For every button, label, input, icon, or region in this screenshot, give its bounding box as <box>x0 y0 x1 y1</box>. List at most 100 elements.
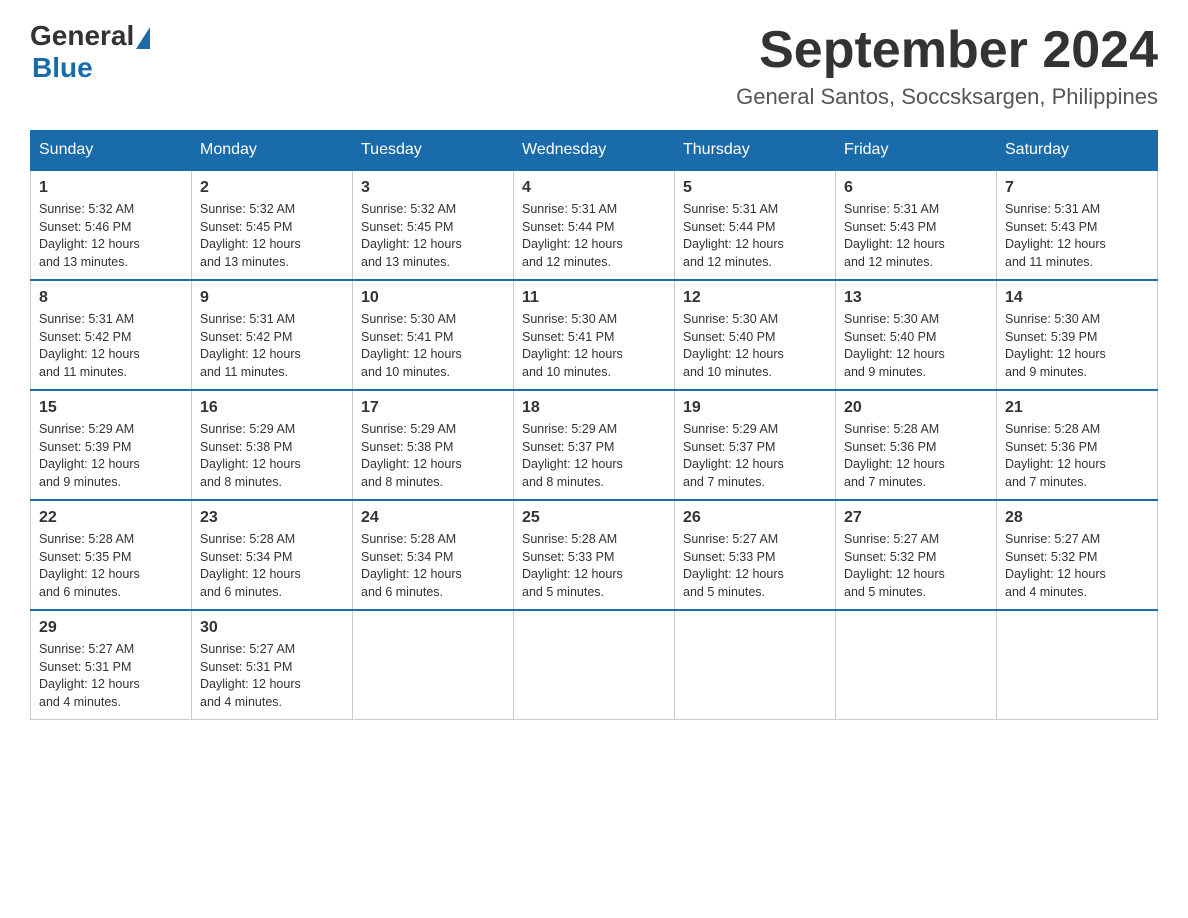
calendar-cell: 5 Sunrise: 5:31 AMSunset: 5:44 PMDayligh… <box>675 170 836 280</box>
week-row-4: 22 Sunrise: 5:28 AMSunset: 5:35 PMDaylig… <box>31 500 1158 610</box>
day-number: 28 <box>1005 509 1149 527</box>
calendar-cell: 30 Sunrise: 5:27 AMSunset: 5:31 PMDaylig… <box>192 610 353 720</box>
calendar-cell: 27 Sunrise: 5:27 AMSunset: 5:32 PMDaylig… <box>836 500 997 610</box>
calendar-cell <box>353 610 514 720</box>
day-info: Sunrise: 5:27 AMSunset: 5:31 PMDaylight:… <box>200 641 344 711</box>
calendar-cell: 22 Sunrise: 5:28 AMSunset: 5:35 PMDaylig… <box>31 500 192 610</box>
day-info: Sunrise: 5:27 AMSunset: 5:33 PMDaylight:… <box>683 531 827 601</box>
calendar-cell: 25 Sunrise: 5:28 AMSunset: 5:33 PMDaylig… <box>514 500 675 610</box>
calendar-cell: 10 Sunrise: 5:30 AMSunset: 5:41 PMDaylig… <box>353 280 514 390</box>
day-number: 18 <box>522 399 666 417</box>
day-number: 3 <box>361 179 505 197</box>
day-info: Sunrise: 5:31 AMSunset: 5:43 PMDaylight:… <box>844 201 988 271</box>
day-number: 15 <box>39 399 183 417</box>
calendar-cell: 20 Sunrise: 5:28 AMSunset: 5:36 PMDaylig… <box>836 390 997 500</box>
day-info: Sunrise: 5:30 AMSunset: 5:40 PMDaylight:… <box>683 311 827 381</box>
day-info: Sunrise: 5:29 AMSunset: 5:37 PMDaylight:… <box>522 421 666 491</box>
day-info: Sunrise: 5:31 AMSunset: 5:42 PMDaylight:… <box>200 311 344 381</box>
day-info: Sunrise: 5:29 AMSunset: 5:38 PMDaylight:… <box>361 421 505 491</box>
calendar-cell: 7 Sunrise: 5:31 AMSunset: 5:43 PMDayligh… <box>997 170 1158 280</box>
calendar-cell: 12 Sunrise: 5:30 AMSunset: 5:40 PMDaylig… <box>675 280 836 390</box>
calendar-cell: 16 Sunrise: 5:29 AMSunset: 5:38 PMDaylig… <box>192 390 353 500</box>
day-info: Sunrise: 5:32 AMSunset: 5:46 PMDaylight:… <box>39 201 183 271</box>
week-row-5: 29 Sunrise: 5:27 AMSunset: 5:31 PMDaylig… <box>31 610 1158 720</box>
day-number: 23 <box>200 509 344 527</box>
col-header-monday: Monday <box>192 131 353 171</box>
col-header-tuesday: Tuesday <box>353 131 514 171</box>
day-info: Sunrise: 5:29 AMSunset: 5:37 PMDaylight:… <box>683 421 827 491</box>
day-number: 30 <box>200 619 344 637</box>
calendar-cell: 1 Sunrise: 5:32 AMSunset: 5:46 PMDayligh… <box>31 170 192 280</box>
logo-triangle-icon <box>136 27 150 49</box>
day-number: 10 <box>361 289 505 307</box>
calendar-cell: 21 Sunrise: 5:28 AMSunset: 5:36 PMDaylig… <box>997 390 1158 500</box>
day-info: Sunrise: 5:28 AMSunset: 5:34 PMDaylight:… <box>200 531 344 601</box>
col-header-wednesday: Wednesday <box>514 131 675 171</box>
day-info: Sunrise: 5:28 AMSunset: 5:35 PMDaylight:… <box>39 531 183 601</box>
day-info: Sunrise: 5:30 AMSunset: 5:39 PMDaylight:… <box>1005 311 1149 381</box>
calendar-cell: 24 Sunrise: 5:28 AMSunset: 5:34 PMDaylig… <box>353 500 514 610</box>
day-number: 12 <box>683 289 827 307</box>
day-info: Sunrise: 5:27 AMSunset: 5:32 PMDaylight:… <box>844 531 988 601</box>
location-title: General Santos, Soccsksargen, Philippine… <box>736 84 1158 110</box>
calendar-cell: 29 Sunrise: 5:27 AMSunset: 5:31 PMDaylig… <box>31 610 192 720</box>
day-number: 19 <box>683 399 827 417</box>
day-info: Sunrise: 5:28 AMSunset: 5:36 PMDaylight:… <box>1005 421 1149 491</box>
day-info: Sunrise: 5:32 AMSunset: 5:45 PMDaylight:… <box>200 201 344 271</box>
day-number: 29 <box>39 619 183 637</box>
day-number: 4 <box>522 179 666 197</box>
calendar-cell: 9 Sunrise: 5:31 AMSunset: 5:42 PMDayligh… <box>192 280 353 390</box>
logo: General Blue <box>30 20 150 84</box>
day-number: 1 <box>39 179 183 197</box>
day-info: Sunrise: 5:30 AMSunset: 5:41 PMDaylight:… <box>522 311 666 381</box>
calendar-cell: 26 Sunrise: 5:27 AMSunset: 5:33 PMDaylig… <box>675 500 836 610</box>
day-number: 8 <box>39 289 183 307</box>
calendar-cell: 18 Sunrise: 5:29 AMSunset: 5:37 PMDaylig… <box>514 390 675 500</box>
title-section: September 2024 General Santos, Soccsksar… <box>736 20 1158 110</box>
calendar-cell: 28 Sunrise: 5:27 AMSunset: 5:32 PMDaylig… <box>997 500 1158 610</box>
day-number: 9 <box>200 289 344 307</box>
logo-general-text: General <box>30 20 134 52</box>
day-number: 22 <box>39 509 183 527</box>
day-number: 6 <box>844 179 988 197</box>
page-header: General Blue September 2024 General Sant… <box>30 20 1158 110</box>
calendar-header-row: Sunday Monday Tuesday Wednesday Thursday… <box>31 131 1158 171</box>
calendar-cell: 3 Sunrise: 5:32 AMSunset: 5:45 PMDayligh… <box>353 170 514 280</box>
week-row-1: 1 Sunrise: 5:32 AMSunset: 5:46 PMDayligh… <box>31 170 1158 280</box>
day-number: 21 <box>1005 399 1149 417</box>
day-info: Sunrise: 5:30 AMSunset: 5:41 PMDaylight:… <box>361 311 505 381</box>
day-number: 16 <box>200 399 344 417</box>
day-info: Sunrise: 5:29 AMSunset: 5:39 PMDaylight:… <box>39 421 183 491</box>
day-number: 13 <box>844 289 988 307</box>
day-info: Sunrise: 5:30 AMSunset: 5:40 PMDaylight:… <box>844 311 988 381</box>
col-header-thursday: Thursday <box>675 131 836 171</box>
calendar-cell: 14 Sunrise: 5:30 AMSunset: 5:39 PMDaylig… <box>997 280 1158 390</box>
calendar-cell <box>514 610 675 720</box>
day-number: 24 <box>361 509 505 527</box>
day-info: Sunrise: 5:28 AMSunset: 5:34 PMDaylight:… <box>361 531 505 601</box>
logo-blue-text: Blue <box>32 52 93 84</box>
day-number: 2 <box>200 179 344 197</box>
calendar-cell: 6 Sunrise: 5:31 AMSunset: 5:43 PMDayligh… <box>836 170 997 280</box>
day-info: Sunrise: 5:31 AMSunset: 5:43 PMDaylight:… <box>1005 201 1149 271</box>
day-info: Sunrise: 5:32 AMSunset: 5:45 PMDaylight:… <box>361 201 505 271</box>
day-info: Sunrise: 5:27 AMSunset: 5:31 PMDaylight:… <box>39 641 183 711</box>
week-row-2: 8 Sunrise: 5:31 AMSunset: 5:42 PMDayligh… <box>31 280 1158 390</box>
calendar-cell: 19 Sunrise: 5:29 AMSunset: 5:37 PMDaylig… <box>675 390 836 500</box>
day-number: 26 <box>683 509 827 527</box>
calendar-cell: 8 Sunrise: 5:31 AMSunset: 5:42 PMDayligh… <box>31 280 192 390</box>
col-header-friday: Friday <box>836 131 997 171</box>
col-header-saturday: Saturday <box>997 131 1158 171</box>
day-info: Sunrise: 5:31 AMSunset: 5:44 PMDaylight:… <box>683 201 827 271</box>
calendar-cell: 23 Sunrise: 5:28 AMSunset: 5:34 PMDaylig… <box>192 500 353 610</box>
day-number: 25 <box>522 509 666 527</box>
day-info: Sunrise: 5:27 AMSunset: 5:32 PMDaylight:… <box>1005 531 1149 601</box>
day-number: 14 <box>1005 289 1149 307</box>
calendar-cell: 4 Sunrise: 5:31 AMSunset: 5:44 PMDayligh… <box>514 170 675 280</box>
calendar-cell: 17 Sunrise: 5:29 AMSunset: 5:38 PMDaylig… <box>353 390 514 500</box>
calendar-cell <box>836 610 997 720</box>
calendar-cell: 11 Sunrise: 5:30 AMSunset: 5:41 PMDaylig… <box>514 280 675 390</box>
day-number: 27 <box>844 509 988 527</box>
day-info: Sunrise: 5:28 AMSunset: 5:33 PMDaylight:… <box>522 531 666 601</box>
day-number: 5 <box>683 179 827 197</box>
